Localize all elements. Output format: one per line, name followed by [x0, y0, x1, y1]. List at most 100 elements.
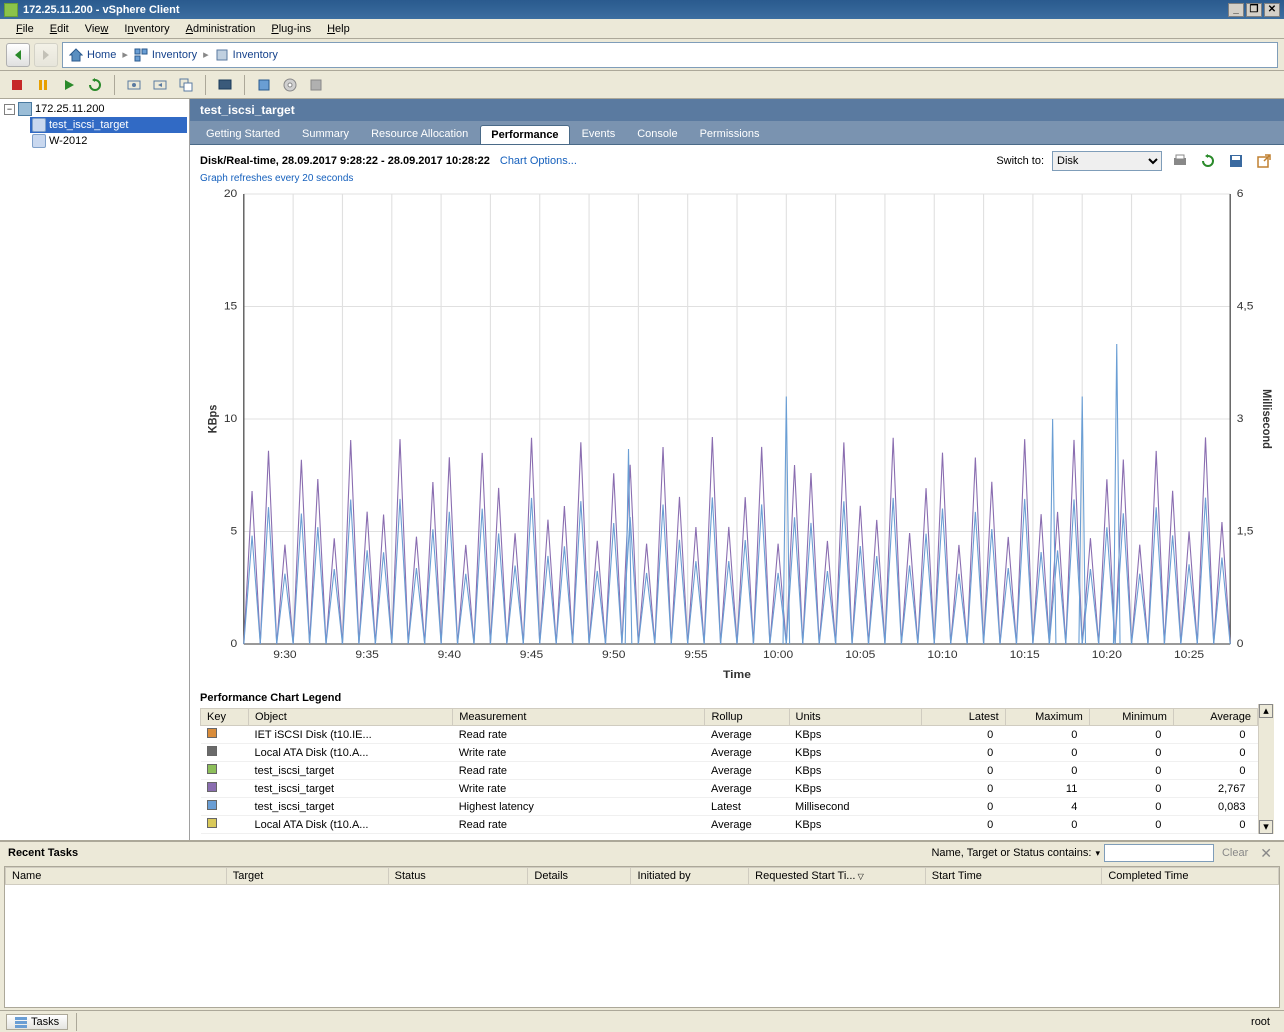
switch-label: Switch to: — [996, 155, 1044, 167]
edit-settings-button[interactable] — [253, 74, 275, 96]
legend-header[interactable]: Object — [249, 709, 453, 726]
menu-inventory[interactable]: Inventory — [116, 21, 177, 37]
menu-edit[interactable]: Edit — [42, 21, 77, 37]
legend-header[interactable]: Units — [789, 709, 921, 726]
task-header[interactable]: Start Time — [925, 868, 1102, 885]
status-bar: Tasks root — [0, 1010, 1284, 1032]
forward-button[interactable] — [34, 43, 58, 67]
separator-icon: ▸ — [203, 48, 209, 61]
filter-input[interactable] — [1104, 844, 1214, 862]
menu-view[interactable]: View — [77, 21, 117, 37]
chart-options-link[interactable]: Chart Options... — [500, 155, 577, 167]
task-header[interactable]: Initiated by — [631, 868, 749, 885]
tab-permissions[interactable]: Permissions — [690, 125, 770, 144]
key-swatch — [207, 782, 217, 792]
legend-header[interactable]: Rollup — [705, 709, 789, 726]
floppy-button[interactable] — [305, 74, 327, 96]
svg-text:15: 15 — [224, 301, 237, 312]
breadcrumb-home[interactable]: Home — [69, 48, 116, 62]
console-button[interactable] — [214, 74, 236, 96]
tasks-button[interactable]: Tasks — [6, 1014, 68, 1030]
tasks-icon — [15, 1016, 27, 1028]
printer-icon — [1172, 153, 1188, 169]
print-button[interactable] — [1170, 151, 1190, 171]
tab-bar: Getting Started Summary Resource Allocat… — [190, 121, 1284, 145]
svg-text:9:30: 9:30 — [273, 649, 296, 660]
tab-resource-allocation[interactable]: Resource Allocation — [361, 125, 478, 144]
arrow-left-icon — [11, 48, 25, 62]
menu-file[interactable]: File — [8, 21, 42, 37]
power-on-button[interactable] — [58, 74, 80, 96]
task-header[interactable]: Details — [528, 868, 631, 885]
revert-snapshot-button[interactable] — [149, 74, 171, 96]
legend-row[interactable]: test_iscsi_targetRead rate AverageKBps 0… — [201, 762, 1258, 780]
key-swatch — [207, 728, 217, 738]
legend-row[interactable]: Local ATA Disk (t10.A...Read rate Averag… — [201, 816, 1258, 834]
restore-button[interactable]: ❐ — [1246, 3, 1262, 17]
snapshot-button[interactable] — [123, 74, 145, 96]
tab-getting-started[interactable]: Getting Started — [196, 125, 290, 144]
snapshot-manager-button[interactable] — [175, 74, 197, 96]
vm-icon — [32, 118, 46, 132]
legend-header[interactable]: Minimum — [1089, 709, 1173, 726]
performance-panel: Disk/Real-time, 28.09.2017 9:28:22 - 28.… — [190, 145, 1284, 840]
snapshot-manager-icon — [179, 78, 193, 92]
scroll-down-icon[interactable]: ▾ — [1259, 820, 1273, 834]
svg-text:Millisecond: Millisecond — [1260, 389, 1273, 449]
suspend-button[interactable] — [32, 74, 54, 96]
breadcrumb-inventory[interactable]: Inventory — [134, 48, 197, 62]
task-header[interactable]: Name — [6, 868, 227, 885]
inventory-tree: − 172.25.11.200 test_iscsi_target W-2012 — [0, 99, 190, 840]
cd-button[interactable] — [279, 74, 301, 96]
legend-header[interactable]: Maximum — [1005, 709, 1089, 726]
svg-text:Time: Time — [723, 669, 751, 680]
save-icon — [1228, 153, 1244, 169]
close-panel-button[interactable]: ✕ — [1256, 845, 1276, 862]
task-header[interactable]: Target — [226, 868, 388, 885]
menu-administration[interactable]: Administration — [178, 21, 264, 37]
legend-row[interactable]: IET iSCSI Disk (t10.IE...Read rate Avera… — [201, 726, 1258, 744]
tab-events[interactable]: Events — [572, 125, 626, 144]
legend-row[interactable]: test_iscsi_targetWrite rate AverageKBps … — [201, 780, 1258, 798]
scrollbar[interactable]: ▴ ▾ — [1258, 704, 1274, 834]
svg-text:9:55: 9:55 — [684, 649, 707, 660]
switch-select[interactable]: Disk — [1052, 151, 1162, 171]
save-chart-button[interactable] — [1226, 151, 1246, 171]
tab-performance[interactable]: Performance — [480, 125, 569, 144]
scroll-up-icon[interactable]: ▴ — [1259, 704, 1273, 718]
tree-host-node[interactable]: − 172.25.11.200 — [2, 101, 187, 117]
tasks-table: NameTargetStatusDetailsInitiated byReque… — [4, 866, 1280, 1008]
refresh-chart-button[interactable] — [1198, 151, 1218, 171]
collapse-icon[interactable]: − — [4, 104, 15, 115]
svg-text:10:05: 10:05 — [845, 649, 875, 660]
minimize-button[interactable]: _ — [1228, 3, 1244, 17]
power-off-button[interactable] — [6, 74, 28, 96]
tree-vm-w2012[interactable]: W-2012 — [30, 133, 187, 149]
legend-header[interactable]: Key — [201, 709, 249, 726]
legend-row[interactable]: Local ATA Disk (t10.A...Write rate Avera… — [201, 744, 1258, 762]
legend-row[interactable]: test_iscsi_targetHighest latency LatestM… — [201, 798, 1258, 816]
menu-bar: File Edit View Inventory Administration … — [0, 19, 1284, 39]
task-header[interactable]: Completed Time — [1102, 868, 1279, 885]
refresh-note: Graph refreshes every 20 seconds — [200, 173, 1274, 184]
task-header[interactable]: Requested Start Ti... ▽ — [749, 868, 926, 885]
popout-button[interactable] — [1254, 151, 1274, 171]
reset-button[interactable] — [84, 74, 106, 96]
svg-text:10:20: 10:20 — [1092, 649, 1122, 660]
menu-plugins[interactable]: Plug-ins — [263, 21, 319, 37]
tree-vm-test-iscsi[interactable]: test_iscsi_target — [30, 117, 187, 133]
tab-console[interactable]: Console — [627, 125, 687, 144]
task-header[interactable]: Status — [388, 868, 528, 885]
host-icon — [215, 48, 229, 62]
legend-header[interactable]: Latest — [921, 709, 1005, 726]
menu-help[interactable]: Help — [319, 21, 358, 37]
legend-header[interactable]: Measurement — [453, 709, 705, 726]
content-panel: test_iscsi_target Getting Started Summar… — [190, 99, 1284, 840]
legend-header[interactable]: Average — [1173, 709, 1257, 726]
back-button[interactable] — [6, 43, 30, 67]
tab-summary[interactable]: Summary — [292, 125, 359, 144]
breadcrumb-inventory-leaf[interactable]: Inventory — [215, 48, 278, 62]
close-button[interactable]: ✕ — [1264, 3, 1280, 17]
filter-dropdown-icon[interactable]: ▾ — [1095, 848, 1100, 859]
clear-button[interactable]: Clear — [1218, 847, 1252, 859]
